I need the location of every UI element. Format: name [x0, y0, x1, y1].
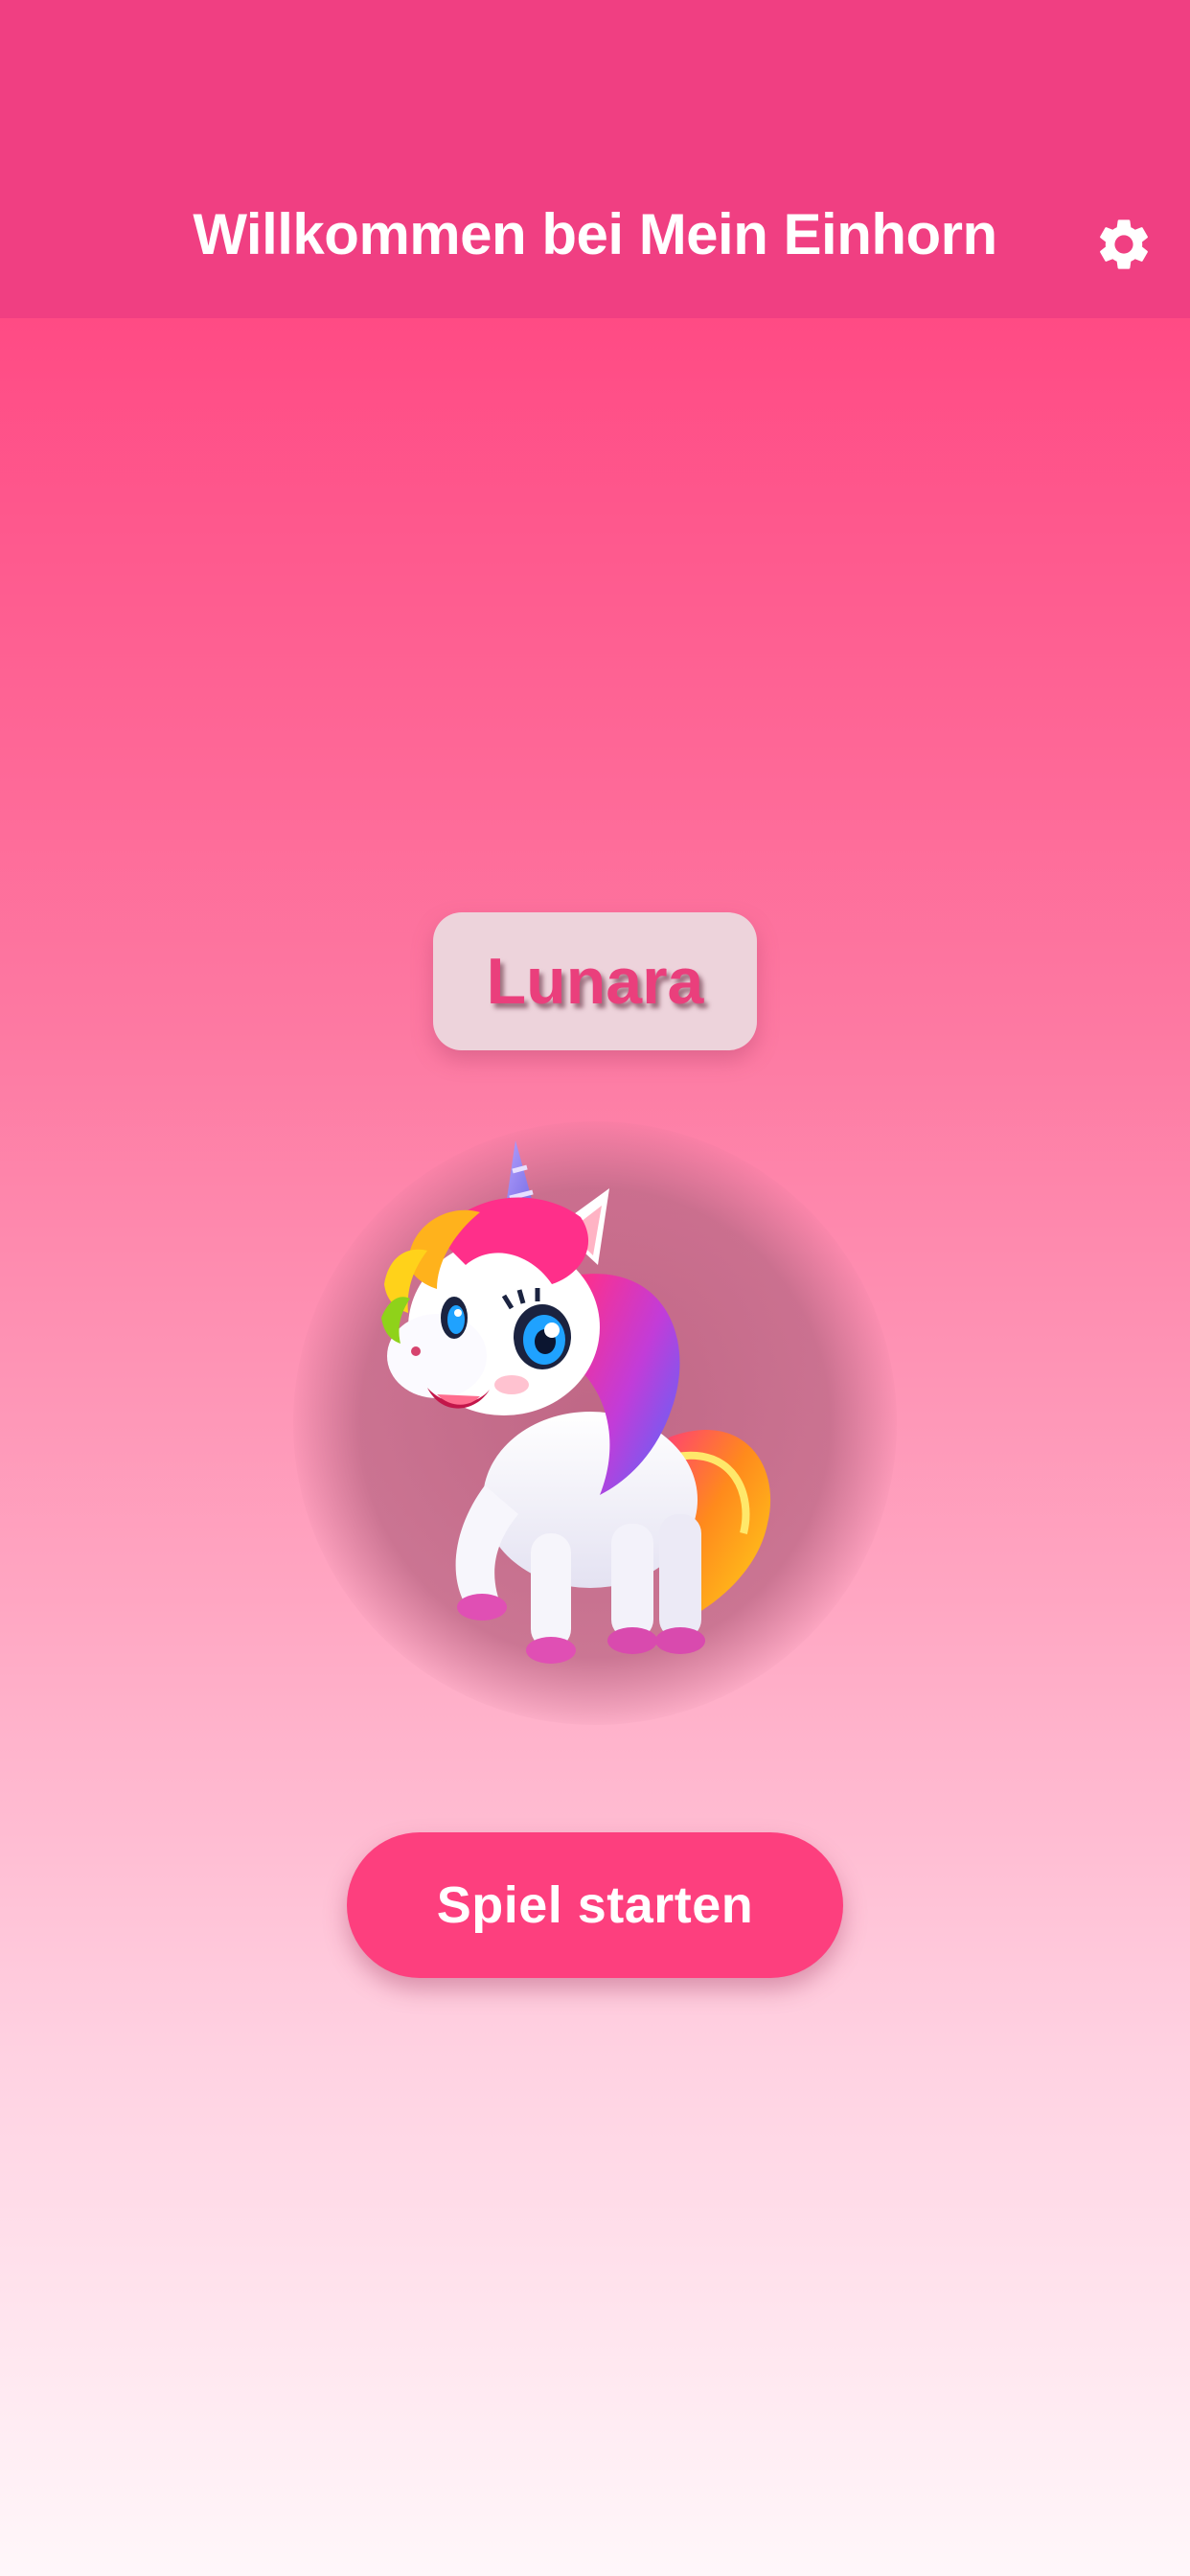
- app-bar: Willkommen bei Mein Einhorn: [0, 0, 1190, 318]
- gear-icon: [1100, 219, 1148, 269]
- home-screen: Willkommen bei Mein Einhorn Lunara Spiel…: [0, 0, 1190, 2576]
- start-game-label: Spiel starten: [436, 1876, 754, 1934]
- settings-button[interactable]: [1088, 209, 1159, 280]
- app-title: Willkommen bei Mein Einhorn: [193, 202, 997, 266]
- start-game-button[interactable]: Spiel starten: [347, 1832, 843, 1978]
- unicorn-avatar[interactable]: [293, 1121, 897, 1725]
- unicorn-illustration: [381, 1140, 771, 1664]
- unicorn-name-card: Lunara: [433, 912, 757, 1050]
- unicorn-name: Lunara: [486, 945, 704, 1018]
